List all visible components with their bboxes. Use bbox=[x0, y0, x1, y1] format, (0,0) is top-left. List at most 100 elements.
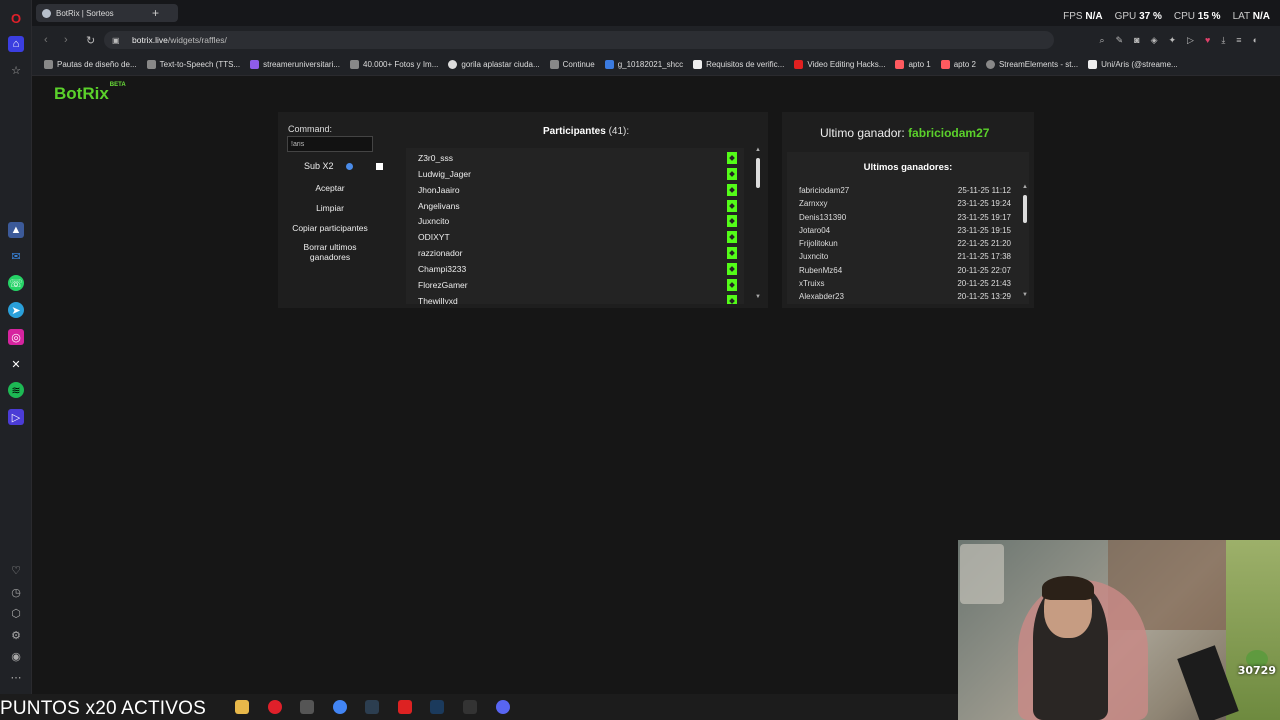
discord-icon[interactable] bbox=[496, 700, 510, 714]
opera-icon[interactable] bbox=[268, 700, 282, 714]
delete-winners-button[interactable]: Borrar ultimos ganadores bbox=[287, 242, 373, 262]
telegram-icon[interactable]: ➤ bbox=[8, 302, 24, 318]
scroll-down-icon[interactable]: ▼ bbox=[1022, 292, 1028, 298]
chrome-icon[interactable] bbox=[333, 700, 347, 714]
toolbar-icons: ⌕ ✎ ◙ ◈ ✦ ▷ ♥ ⤓ ≡ ◐ bbox=[1100, 35, 1258, 46]
address-row: ‹ › ↻ ▣ botrix.live/widgets/raffles/ ⌕ ✎… bbox=[32, 26, 1280, 54]
airbnb-icon bbox=[895, 60, 905, 69]
bookmark-item[interactable]: g_10182021_shcc bbox=[604, 60, 683, 69]
forward-icon[interactable]: › bbox=[64, 34, 68, 46]
settings-icon[interactable]: ⚙ bbox=[8, 627, 24, 643]
winners-scrollbar[interactable]: ▲ ▼ bbox=[1022, 184, 1028, 300]
scroll-up-icon[interactable]: ▲ bbox=[755, 147, 761, 153]
history-icon[interactable]: ◷ bbox=[8, 584, 24, 600]
bookmark-item[interactable]: 40.000+ Fotos y Im... bbox=[350, 60, 438, 69]
app-icon[interactable]: ▲ bbox=[8, 222, 24, 238]
app-icon[interactable] bbox=[300, 700, 314, 714]
app-icon[interactable] bbox=[365, 700, 379, 714]
play-icon[interactable]: ▷ bbox=[1187, 35, 1194, 46]
scroll-up-icon[interactable]: ▲ bbox=[1022, 184, 1028, 190]
winner-row: Jotaro04 23-11-25 19:15 bbox=[799, 226, 1011, 235]
command-input[interactable] bbox=[287, 136, 373, 152]
winner-row: xTruixs 20-11-25 21:43 bbox=[799, 279, 1011, 288]
scrollbar-thumb[interactable] bbox=[756, 158, 760, 188]
participant-row[interactable]: Ludwig_Jager bbox=[418, 168, 742, 185]
participants-scrollbar[interactable]: ▲ ▼ bbox=[755, 147, 761, 300]
bookmark-item[interactable]: Text-to-Speech (TTS... bbox=[146, 60, 240, 69]
info-icon[interactable] bbox=[345, 162, 353, 170]
bookmark-item[interactable]: gorila aplastar ciuda... bbox=[448, 60, 540, 69]
bookmark-item[interactable]: StreamElements - st... bbox=[985, 60, 1078, 69]
performance-hud: FPS N/A GPU 37 % CPU 15 % LAT N/A bbox=[1063, 11, 1270, 22]
extension-icon[interactable]: ✦ bbox=[1169, 35, 1177, 46]
back-icon[interactable]: ‹ bbox=[44, 34, 48, 46]
app-icon[interactable] bbox=[398, 700, 412, 714]
x-icon[interactable]: ✕ bbox=[8, 356, 24, 372]
scroll-down-icon[interactable]: ▼ bbox=[755, 294, 761, 300]
epic-games-icon[interactable] bbox=[463, 700, 477, 714]
cpu-readout: CPU 15 % bbox=[1173, 11, 1221, 22]
more-icon[interactable]: ⋯ bbox=[8, 669, 24, 685]
winners-box: Ultimos ganadores: fabriciodam27 25-11-25… bbox=[787, 152, 1029, 304]
download-icon[interactable]: ⤓ bbox=[1221, 35, 1225, 46]
bookmark-item[interactable]: apto 2 bbox=[940, 60, 976, 69]
address-bar[interactable]: ▣ botrix.live/widgets/raffles/ bbox=[104, 31, 1054, 49]
opera-logo-icon[interactable]: O bbox=[8, 10, 24, 26]
edit-icon[interactable]: ✎ bbox=[1116, 35, 1124, 46]
participant-row[interactable]: ODIXYT bbox=[418, 231, 742, 248]
menu-icon[interactable]: ≡ bbox=[1236, 35, 1241, 46]
participant-row[interactable]: JhonJaairo bbox=[418, 184, 742, 201]
participant-row[interactable]: razzionador bbox=[418, 247, 742, 264]
url-path: /widgets/raffles/ bbox=[167, 35, 227, 45]
steam-icon[interactable] bbox=[430, 700, 444, 714]
participants-list: Z3r0_sss Ludwig_Jager JhonJaairo Angeliv… bbox=[406, 148, 744, 304]
favorite-icon[interactable]: ♥ bbox=[1205, 35, 1210, 46]
last-winner-name: fabriciodam27 bbox=[908, 126, 990, 140]
camera-icon[interactable]: ◙ bbox=[1134, 35, 1139, 46]
tab-title: BotRix | Sorteos bbox=[56, 8, 114, 18]
google-icon bbox=[448, 60, 458, 69]
sub-x2-label: Sub X2 bbox=[304, 161, 334, 171]
messenger-icon[interactable]: ✉ bbox=[8, 248, 24, 264]
softbox-light bbox=[960, 544, 1004, 604]
participant-row[interactable]: FlorezGamer bbox=[418, 279, 742, 296]
file-explorer-icon[interactable] bbox=[235, 700, 249, 714]
new-tab-icon[interactable]: + bbox=[152, 6, 159, 20]
participant-row[interactable]: Champi3233 bbox=[418, 263, 742, 280]
sub-x2-checkbox[interactable] bbox=[375, 162, 383, 170]
botrix-logo[interactable]: BotRixBETA bbox=[54, 82, 126, 104]
accept-button[interactable]: Aceptar bbox=[287, 183, 373, 193]
bulb-icon[interactable]: ◉ bbox=[8, 648, 24, 664]
kick-icon bbox=[727, 184, 737, 196]
box-icon[interactable]: ⬡ bbox=[8, 605, 24, 621]
player-icon[interactable]: ▷ bbox=[8, 409, 24, 425]
bookmark-item[interactable]: apto 1 bbox=[895, 60, 931, 69]
clear-button[interactable]: Limpiar bbox=[287, 203, 373, 213]
participant-row[interactable]: Juxncito bbox=[418, 215, 742, 232]
winner-row: Denis131390 23-11-25 19:17 bbox=[799, 213, 1011, 222]
scrollbar-thumb[interactable] bbox=[1023, 195, 1027, 223]
heart-icon[interactable]: ♡ bbox=[8, 562, 24, 578]
tiktok-icon bbox=[1088, 60, 1098, 69]
search-icon[interactable]: ⌕ bbox=[1100, 35, 1105, 46]
star-icon[interactable]: ☆ bbox=[8, 62, 24, 78]
bookmark-item[interactable]: Video Editing Hacks... bbox=[794, 60, 885, 69]
participant-row[interactable]: Angelivans bbox=[418, 200, 742, 217]
reload-icon[interactable]: ↻ bbox=[86, 34, 95, 47]
bookmark-item[interactable]: streameruniversitari... bbox=[250, 60, 340, 69]
participant-row[interactable]: Z3r0_sss bbox=[418, 152, 742, 169]
home-icon[interactable]: ⌂ bbox=[8, 36, 24, 52]
bookmark-item[interactable]: Pautas de diseño de... bbox=[44, 60, 137, 69]
last-winner: Ultimo ganador: fabriciodam27 bbox=[820, 126, 990, 140]
participant-row[interactable]: Thewillyxd bbox=[418, 295, 742, 304]
shield-icon[interactable]: ◈ bbox=[1151, 35, 1158, 46]
bookmark-item[interactable]: Requisitos de verific... bbox=[693, 60, 784, 69]
instagram-icon[interactable]: ◎ bbox=[8, 329, 24, 345]
command-label: Command: bbox=[288, 124, 333, 134]
spotify-icon[interactable]: ≋ bbox=[8, 382, 24, 398]
whatsapp-icon[interactable]: ☏ bbox=[8, 275, 24, 291]
bookmark-item[interactable]: Uni/Aris (@streame... bbox=[1088, 60, 1178, 69]
bookmark-item[interactable]: Continue bbox=[549, 60, 595, 69]
copy-participants-button[interactable]: Copiar participantes bbox=[287, 223, 373, 233]
profile-icon[interactable]: ◐ bbox=[1253, 35, 1258, 46]
